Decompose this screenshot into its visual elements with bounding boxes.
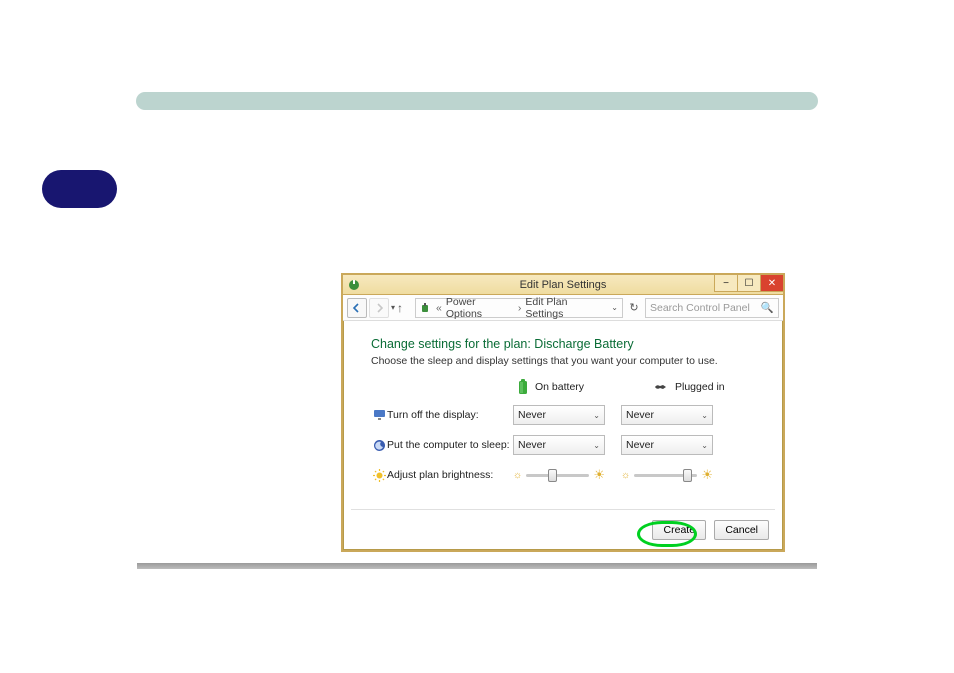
sleep-icon [371,439,387,452]
address-bar[interactable]: « Power Options › Edit Plan Settings ⌄ [415,298,623,318]
power-icon [420,302,432,314]
window-controls: − ☐ ✕ [714,275,783,294]
forward-button[interactable] [369,298,389,318]
document-nav-marker [42,170,117,208]
display-on-battery-select[interactable]: Never ⌄ [513,405,605,425]
divider [351,509,775,510]
content-pane: Change settings for the plan: Discharge … [343,321,783,503]
chevron-down-icon: ⌄ [701,441,708,450]
maximize-button[interactable]: ☐ [737,274,761,292]
minimize-button[interactable]: − [714,274,738,292]
search-icon: 🔍 [761,301,774,314]
breadcrumb-sep: « [436,302,442,314]
brightness-on-battery-slider[interactable]: ☼ ☀ [513,465,605,485]
sleep-on-battery-select[interactable]: Never ⌄ [513,435,605,455]
refresh-button[interactable]: ↻ [625,301,643,314]
turn-off-display-label: Turn off the display: [387,409,513,421]
up-button[interactable]: ↑ [397,301,413,315]
sun-small-icon: ☼ [513,470,522,481]
explorer-toolbar: ▾ ↑ « Power Options › Edit Plan Settings… [343,295,783,321]
page-heading: Change settings for the plan: Discharge … [371,337,765,351]
sun-large-icon: ☀ [593,467,605,483]
back-button[interactable] [347,298,367,318]
document-footer-bar [137,563,817,569]
row-turn-off-display: Turn off the display: Never ⌄ Never ⌄ [371,405,765,425]
sun-large-icon: ☀ [701,467,713,483]
display-plugged-in-select[interactable]: Never ⌄ [621,405,713,425]
sleep-plugged-in-select[interactable]: Never ⌄ [621,435,713,455]
plugged-in-label: Plugged in [675,381,725,393]
brightness-icon [371,469,387,482]
titlebar: Edit Plan Settings − ☐ ✕ [343,275,783,295]
recent-locations-button[interactable]: ▾ [391,303,395,312]
brightness-label: Adjust plan brightness: [387,469,513,481]
breadcrumb-power-options[interactable]: Power Options [446,296,514,320]
row-brightness: Adjust plan brightness: ☼ ☀ ☼ ☀ [371,465,765,485]
sleep-label: Put the computer to sleep: [387,439,513,451]
display-icon [371,409,387,421]
address-dropdown-button[interactable]: ⌄ [611,303,618,312]
search-input[interactable]: Search Control Panel 🔍 [645,298,779,318]
cancel-button[interactable]: Cancel [714,520,769,540]
create-button[interactable]: Create [652,520,706,540]
chevron-down-icon: ⌄ [593,411,600,420]
chevron-down-icon: ⌄ [593,441,600,450]
button-bar: Create Cancel [652,520,769,540]
sleep-on-battery-value: Never [518,439,546,451]
document-header-bar [136,92,818,110]
plug-icon [653,382,669,392]
display-on-battery-value: Never [518,409,546,421]
breadcrumb-chevron-icon: › [518,302,522,314]
chevron-down-icon: ⌄ [701,411,708,420]
sleep-plugged-in-value: Never [626,439,654,451]
brightness-plugged-in-slider[interactable]: ☼ ☀ [621,465,713,485]
search-placeholder: Search Control Panel [650,302,750,314]
page-subtext: Choose the sleep and display settings th… [371,355,765,367]
display-plugged-in-value: Never [626,409,654,421]
breadcrumb-edit-plan[interactable]: Edit Plan Settings [525,296,607,320]
battery-icon [517,379,529,395]
row-sleep: Put the computer to sleep: Never ⌄ Never… [371,435,765,455]
on-battery-label: On battery [535,381,584,393]
sun-small-icon: ☼ [621,470,630,481]
column-headers: On battery Plugged in [517,379,765,395]
edit-plan-settings-window: Edit Plan Settings − ☐ ✕ ▾ ↑ « Power Opt… [341,273,785,552]
close-button[interactable]: ✕ [760,274,784,292]
